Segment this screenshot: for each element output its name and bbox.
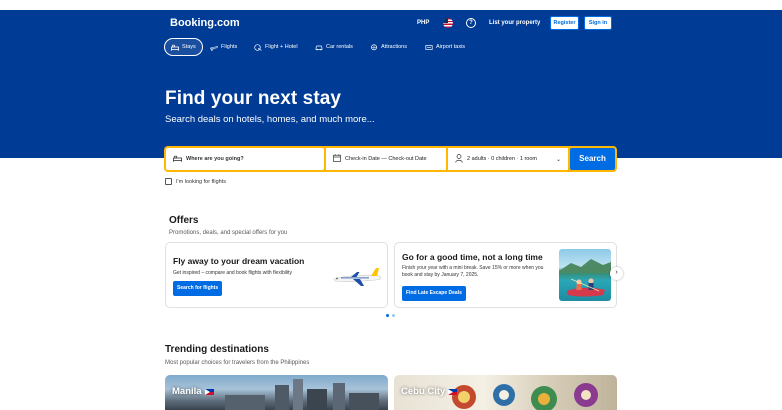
destination-card-manila[interactable]: Manila: [165, 375, 388, 410]
destination-label: Cebu City: [401, 386, 458, 397]
date-range-text: Check-in Date — Check-out Date: [345, 156, 427, 162]
airplane-illustration-icon: [331, 265, 383, 289]
date-picker-field[interactable]: Check-in Date — Check-out Date: [326, 148, 446, 170]
trending-subtitle: Most popular choices for travelers from …: [165, 360, 310, 366]
offer-card-description: Get inspired – compare and book flights …: [173, 270, 292, 276]
destination-label: Manila: [172, 386, 214, 397]
person-icon: [455, 153, 463, 165]
offer-card-description: Finish your year with a mini break. Save…: [402, 265, 544, 278]
list-your-property-link[interactable]: List your property: [489, 20, 540, 26]
attractions-icon: [370, 43, 378, 51]
offers-heading: Offers: [169, 215, 199, 226]
hero-subtitle: Search deals on hotels, homes, and much …: [165, 114, 375, 125]
tab-flight-hotel[interactable]: Flight + Hotel: [254, 38, 298, 56]
currency-selector[interactable]: PHP: [417, 20, 429, 26]
guests-text: 2 adults · 0 children · 1 room: [467, 156, 538, 162]
tab-airport-taxis-label: Airport taxis: [436, 44, 466, 50]
tab-car-rentals[interactable]: Car rentals: [315, 38, 353, 56]
flight-hotel-icon: [254, 43, 262, 51]
offer-card-late-escape: Go for a good time, not a long time Fini…: [394, 242, 617, 308]
help-icon[interactable]: ?: [466, 18, 476, 28]
destination-name: Cebu City: [401, 386, 446, 397]
tab-airport-taxis[interactable]: Airport taxis: [425, 38, 465, 56]
tab-flight-hotel-label: Flight + Hotel: [265, 44, 298, 50]
offer-card-flights: Fly away to your dream vacation Get insp…: [165, 242, 388, 308]
offer-card-title: Fly away to your dream vacation: [173, 256, 305, 266]
bed-icon: [173, 155, 182, 164]
tab-flights-label: Flights: [221, 44, 238, 50]
find-late-escape-deals-button[interactable]: Find Late Escape Deals: [402, 286, 466, 301]
flights-checkbox-row[interactable]: I'm looking for flights: [165, 178, 226, 185]
tab-stays-label: Stays: [182, 44, 196, 50]
search-for-flights-button[interactable]: Search for flights: [173, 281, 223, 296]
trending-heading: Trending destinations: [165, 344, 269, 355]
tab-car-rentals-label: Car rentals: [326, 44, 353, 50]
hero-title: Find your next stay: [165, 88, 342, 109]
carousel-next-button[interactable]: ›: [610, 267, 623, 280]
offers-subtitle: Promotions, deals, and special offers fo…: [169, 230, 288, 236]
destination-placeholder: Where are you going?: [186, 156, 244, 162]
tab-flights[interactable]: Flights: [210, 38, 237, 56]
car-icon: [315, 44, 323, 51]
plane-icon: [210, 44, 218, 51]
top-bar: Booking.com PHP ? List your property Reg…: [0, 10, 782, 38]
flights-checkbox-label: I'm looking for flights: [176, 178, 226, 185]
destination-field[interactable]: Where are you going?: [166, 148, 324, 170]
language-flag-icon[interactable]: [443, 18, 453, 28]
bed-icon: [171, 44, 179, 51]
sign-in-button[interactable]: Sign in: [584, 16, 612, 30]
carousel-dot-active[interactable]: [386, 314, 389, 317]
offer-card-title: Go for a good time, not a long time: [402, 252, 543, 262]
philippines-flag-icon: [448, 388, 458, 395]
carousel-dot[interactable]: [392, 314, 395, 317]
destination-name: Manila: [172, 386, 202, 397]
search-button[interactable]: Search: [570, 148, 615, 170]
booking-home-page: Booking.com PHP ? List your property Reg…: [0, 0, 782, 410]
register-button[interactable]: Register: [550, 16, 579, 30]
calendar-icon: [333, 154, 341, 164]
chevron-down-icon: ⌄: [555, 157, 561, 163]
search-bar: Where are you going? Check-in Date — Che…: [164, 146, 617, 172]
tab-attractions[interactable]: Attractions: [370, 38, 407, 56]
flights-checkbox[interactable]: [165, 178, 172, 185]
philippines-flag-icon: [204, 388, 214, 395]
booking-logo[interactable]: Booking.com: [170, 17, 240, 29]
tab-attractions-label: Attractions: [381, 44, 407, 50]
hero-banner: Booking.com PHP ? List your property Reg…: [0, 10, 782, 158]
kayak-photo: [559, 249, 611, 301]
tab-stays[interactable]: Stays: [164, 38, 203, 56]
taxi-icon: [425, 44, 433, 51]
destination-card-cebu-city[interactable]: Cebu City: [394, 375, 617, 410]
guests-field[interactable]: 2 adults · 0 children · 1 room ⌄: [448, 148, 568, 170]
